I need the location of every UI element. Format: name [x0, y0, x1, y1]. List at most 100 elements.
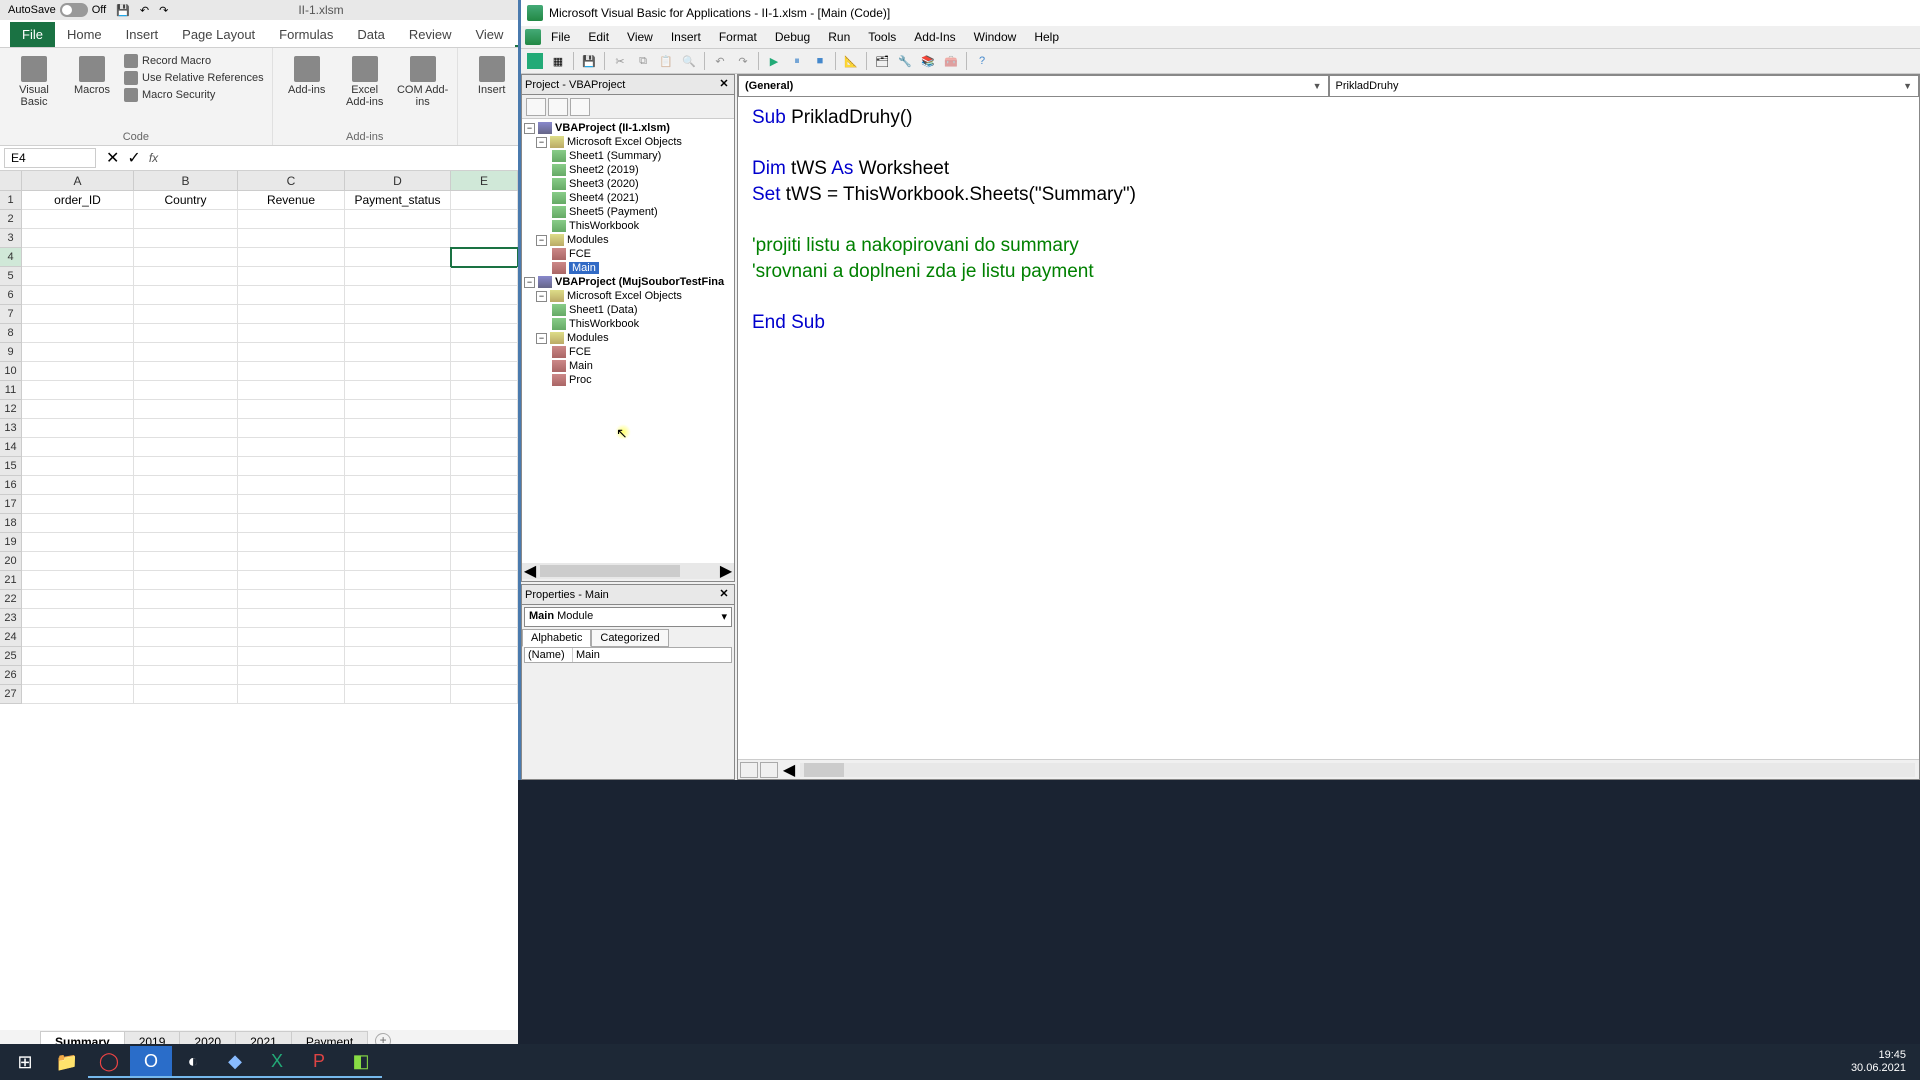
- cell[interactable]: [134, 609, 238, 628]
- module-node-main[interactable]: Main: [569, 262, 599, 274]
- cell[interactable]: [451, 343, 518, 362]
- procedure-view-icon[interactable]: [740, 762, 758, 778]
- object-combo[interactable]: (General)▼: [738, 75, 1329, 97]
- cell[interactable]: [345, 343, 451, 362]
- cell[interactable]: [451, 571, 518, 590]
- cell[interactable]: [451, 381, 518, 400]
- cell[interactable]: [134, 552, 238, 571]
- cell[interactable]: [345, 571, 451, 590]
- cell[interactable]: [238, 267, 345, 286]
- prop-name-val[interactable]: Main: [573, 648, 731, 662]
- cell[interactable]: [22, 476, 134, 495]
- redo-icon[interactable]: ↷: [733, 51, 753, 71]
- col-d[interactable]: D: [345, 171, 451, 191]
- modules-folder[interactable]: Modules: [567, 332, 609, 344]
- cell[interactable]: [22, 305, 134, 324]
- cell[interactable]: [134, 438, 238, 457]
- excel-addins-button[interactable]: Excel Add-ins: [339, 52, 391, 108]
- cell[interactable]: [238, 286, 345, 305]
- cut-icon[interactable]: ✂: [610, 51, 630, 71]
- cell[interactable]: [134, 647, 238, 666]
- tab-file[interactable]: File: [10, 22, 55, 47]
- cell[interactable]: [134, 286, 238, 305]
- cell[interactable]: [238, 457, 345, 476]
- cell[interactable]: [238, 343, 345, 362]
- module-node[interactable]: Proc: [569, 374, 592, 386]
- cell[interactable]: [345, 248, 451, 267]
- menu-tools[interactable]: Tools: [860, 28, 904, 46]
- tab-data[interactable]: Data: [345, 22, 396, 47]
- row-1[interactable]: 1: [0, 191, 22, 210]
- cell[interactable]: [451, 305, 518, 324]
- cell[interactable]: [451, 647, 518, 666]
- cell[interactable]: [345, 533, 451, 552]
- cell[interactable]: [451, 476, 518, 495]
- cell[interactable]: Country: [134, 191, 238, 210]
- cell[interactable]: [134, 210, 238, 229]
- cell[interactable]: [238, 305, 345, 324]
- cell[interactable]: [345, 628, 451, 647]
- properties-grid[interactable]: (Name) Main: [524, 647, 732, 663]
- cell[interactable]: [22, 495, 134, 514]
- cell[interactable]: [345, 305, 451, 324]
- powerpoint-icon[interactable]: P: [298, 1046, 340, 1078]
- cell[interactable]: [451, 267, 518, 286]
- properties-titlebar[interactable]: Properties - Main ✕: [522, 585, 734, 605]
- cell[interactable]: [22, 666, 134, 685]
- cell[interactable]: [238, 495, 345, 514]
- cell[interactable]: [451, 229, 518, 248]
- sheet-node[interactable]: Sheet3 (2020): [569, 178, 639, 190]
- row-12[interactable]: 12: [0, 400, 22, 419]
- visual-basic-button[interactable]: Visual Basic: [8, 52, 60, 108]
- insert-module-icon[interactable]: ▦: [548, 51, 568, 71]
- project-titlebar[interactable]: Project - VBAProject ✕: [522, 75, 734, 95]
- cell[interactable]: [22, 533, 134, 552]
- cell[interactable]: [22, 438, 134, 457]
- cell[interactable]: [238, 381, 345, 400]
- cell[interactable]: [238, 476, 345, 495]
- row-26[interactable]: 26: [0, 666, 22, 685]
- cell[interactable]: [238, 552, 345, 571]
- cell[interactable]: [451, 248, 518, 267]
- cell[interactable]: [451, 400, 518, 419]
- col-e[interactable]: E: [451, 171, 518, 191]
- app-icon[interactable]: ◆: [214, 1046, 256, 1078]
- cell[interactable]: [345, 609, 451, 628]
- cell[interactable]: [22, 609, 134, 628]
- sheet-node[interactable]: Sheet5 (Payment): [569, 206, 658, 218]
- cell[interactable]: [22, 286, 134, 305]
- row-20[interactable]: 20: [0, 552, 22, 571]
- cell[interactable]: [451, 362, 518, 381]
- cell[interactable]: [345, 685, 451, 704]
- sheet-node[interactable]: Sheet1 (Summary): [569, 150, 661, 162]
- copy-icon[interactable]: ⧉: [633, 51, 653, 71]
- menu-edit[interactable]: Edit: [580, 28, 617, 46]
- sheet-node[interactable]: Sheet2 (2019): [569, 164, 639, 176]
- cell[interactable]: [238, 647, 345, 666]
- project-node[interactable]: VBAProject (II-1.xlsm): [555, 122, 670, 134]
- project-explorer-icon[interactable]: 🗂: [872, 51, 892, 71]
- outlook-icon[interactable]: O: [130, 1046, 172, 1078]
- properties-icon[interactable]: 🔧: [895, 51, 915, 71]
- cell[interactable]: [22, 590, 134, 609]
- cell[interactable]: [451, 514, 518, 533]
- cancel-icon[interactable]: ✕: [106, 148, 119, 168]
- col-b[interactable]: B: [134, 171, 238, 191]
- cell[interactable]: [451, 457, 518, 476]
- cell[interactable]: [345, 362, 451, 381]
- row-18[interactable]: 18: [0, 514, 22, 533]
- macros-button[interactable]: Macros: [66, 52, 118, 96]
- cell[interactable]: [345, 476, 451, 495]
- cell[interactable]: [22, 419, 134, 438]
- cell[interactable]: [134, 457, 238, 476]
- save-icon[interactable]: 💾: [116, 4, 130, 17]
- cell[interactable]: [451, 191, 518, 210]
- row-6[interactable]: 6: [0, 286, 22, 305]
- tab-categorized[interactable]: Categorized: [591, 629, 668, 647]
- cell[interactable]: [134, 229, 238, 248]
- cell[interactable]: [134, 590, 238, 609]
- undo-icon[interactable]: ↶: [140, 4, 149, 17]
- row-5[interactable]: 5: [0, 267, 22, 286]
- cell[interactable]: [345, 438, 451, 457]
- redo-icon[interactable]: ↷: [159, 4, 168, 17]
